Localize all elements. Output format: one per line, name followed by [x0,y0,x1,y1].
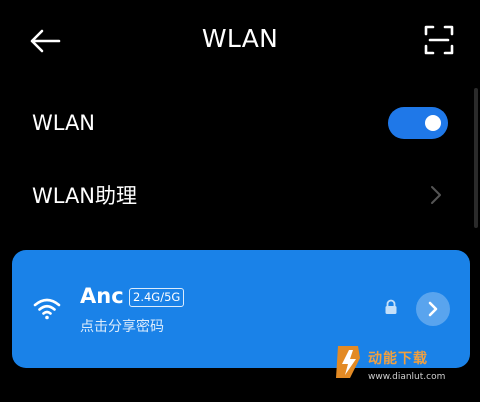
wlan-toggle-switch[interactable] [388,107,448,139]
lock-icon [385,299,397,314]
share-password-hint[interactable]: 点击分享密码 [80,316,164,336]
watermark-name: 动能下载 [368,351,428,367]
toggle-knob [425,115,441,131]
scan-qr-icon [424,25,454,55]
lightning-logo-icon [336,346,360,378]
top-bar: WLAN [0,0,480,82]
wlan-label: WLAN [32,111,96,135]
network-ssid: Anc [80,284,124,308]
chevron-right-icon [431,186,441,204]
band-badge: 2.4G/5G [129,288,185,307]
wlan-assistant-row[interactable]: WLAN助理 [0,165,470,225]
watermark-url: www.dianlut.com [368,372,446,382]
wlan-toggle-row[interactable]: WLAN [0,93,470,153]
scrollbar[interactable] [474,88,478,228]
chevron-right-icon [428,301,438,317]
wlan-settings-screen: WLAN WLAN WLAN助理 Anc 2.4G/5G 点击分享密码 动能下载… [0,0,480,402]
site-watermark: 动能下载 www.dianlut.com [332,344,472,394]
scan-qr-button[interactable] [422,23,456,57]
wifi-signal-icon [33,298,61,320]
network-details-button[interactable] [416,292,450,326]
page-title: WLAN [201,24,279,53]
wlan-assistant-label: WLAN助理 [32,184,138,208]
